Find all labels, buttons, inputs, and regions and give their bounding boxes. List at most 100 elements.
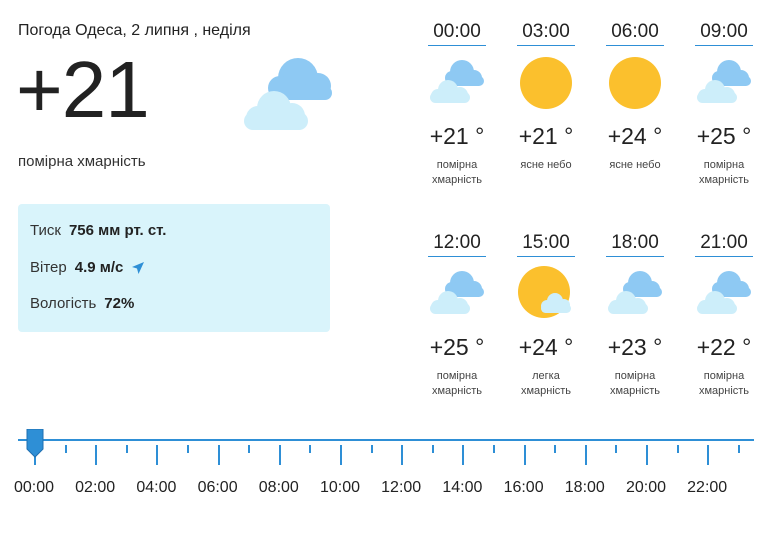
forecast-slot[interactable]: 21:00 +22 ° помірна хмарність — [695, 230, 753, 399]
timeline-tick — [248, 445, 251, 453]
sun-icon — [606, 54, 664, 112]
timeline-tick — [493, 445, 495, 453]
forecast-temperature: +22 ° — [696, 334, 752, 360]
pressure-value: 756 мм рт. ст. — [68, 222, 167, 239]
timeline-tick — [125, 445, 128, 453]
forecast-time: 09:00 — [700, 21, 748, 42]
cloud-icon — [695, 265, 753, 323]
forecast-condition: помірна хмарність — [698, 370, 750, 397]
forecast-temperature: +24 ° — [607, 123, 663, 149]
timeline-tick — [646, 445, 648, 465]
forecast-slot[interactable]: 12:00 +25 ° помірна хмарність — [428, 230, 486, 399]
forecast-divider — [517, 256, 575, 257]
timeline-tick — [554, 445, 557, 453]
slider-thumb[interactable] — [25, 429, 45, 459]
timeline-label: 00:00 — [13, 479, 55, 496]
forecast-divider — [517, 45, 575, 46]
timeline-tick — [615, 445, 618, 453]
timeline-tick — [523, 445, 526, 465]
forecast-slot[interactable]: 03:00 +21 ° ясне небо — [517, 19, 575, 173]
timeline-tick — [737, 445, 740, 453]
forecast-temperature: +25 ° — [429, 334, 485, 360]
sun-cloud-icon — [517, 265, 575, 323]
timeline-label: 06:00 — [197, 479, 238, 496]
humidity-label: Вологість — [30, 295, 97, 312]
forecast-slot[interactable]: 00:00 +21 ° помірна хмарність — [428, 19, 486, 188]
slider-track[interactable] — [18, 439, 754, 441]
timeline-label: 04:00 — [136, 479, 177, 496]
forecast-time: 15:00 — [522, 232, 570, 253]
forecast-divider — [695, 45, 753, 46]
sun-icon — [517, 54, 575, 112]
forecast-condition: легка хмарність — [520, 370, 572, 397]
timeline-label: 12:00 — [381, 479, 422, 496]
timeline-tick — [584, 445, 587, 465]
timeline-tick — [217, 445, 220, 465]
humidity-row: Вологість 72% — [30, 295, 134, 312]
forecast-slot[interactable]: 18:00 +23 ° помірна хмарність — [606, 230, 664, 399]
cloud-icon — [428, 265, 486, 323]
humidity-value: 72% — [104, 295, 135, 312]
page-title: Погода Одеса, 2 липня , неділя — [18, 22, 251, 39]
timeline-tick — [156, 445, 159, 465]
wind-direction-arrow-icon — [132, 261, 145, 274]
timeline-tick — [676, 445, 679, 453]
forecast-divider — [428, 45, 486, 46]
timeline-label: 16:00 — [503, 479, 544, 496]
timeline-tick — [707, 445, 710, 465]
forecast-condition: помірна хмарність — [609, 370, 661, 397]
forecast-time: 12:00 — [433, 232, 481, 253]
forecast-time: 06:00 — [611, 21, 659, 42]
forecast-time: 21:00 — [700, 232, 748, 253]
time-slider[interactable] — [18, 429, 754, 467]
timeline-label: 20:00 — [625, 479, 667, 496]
timeline-label: 14:00 — [442, 479, 483, 496]
forecast-divider — [606, 256, 664, 257]
timeline-label: 18:00 — [564, 479, 605, 496]
timeline-tick — [278, 445, 281, 465]
cloud-icon — [428, 54, 486, 112]
forecast-time: 03:00 — [522, 21, 570, 42]
forecast-temperature: +23 ° — [607, 334, 663, 360]
timeline-tick — [340, 445, 342, 465]
forecast-condition: помірна хмарність — [698, 159, 750, 186]
pressure-label: Тиск — [30, 222, 61, 239]
timeline-tick — [431, 445, 434, 453]
forecast-temperature: +21 ° — [518, 123, 574, 149]
forecast-divider — [606, 45, 664, 46]
forecast-temperature: +21 ° — [429, 123, 485, 149]
current-condition: помірна хмарність — [18, 153, 146, 170]
cloud-icon — [238, 52, 334, 136]
timeline-label: 08:00 — [258, 479, 299, 496]
forecast-condition: помірна хмарність — [431, 159, 483, 186]
forecast-divider — [695, 256, 753, 257]
timeline-tick — [309, 445, 312, 453]
forecast-condition: помірна хмарність — [431, 370, 483, 397]
weather-details-panel: Тиск 756 мм рт. ст. Вітер 4.9 м/с Вологі… — [18, 204, 330, 332]
forecast-slot[interactable]: 06:00 +24 ° ясне небо — [606, 19, 664, 173]
timeline-tick — [462, 445, 465, 465]
forecast-temperature: +25 ° — [696, 123, 752, 149]
pressure-row: Тиск 756 мм рт. ст. — [30, 222, 166, 239]
wind-label: Вітер — [30, 259, 67, 276]
forecast-condition: ясне небо — [609, 159, 661, 171]
timeline-tick — [95, 445, 98, 465]
timeline-label: 22:00 — [687, 479, 728, 496]
timeline-tick — [401, 445, 404, 465]
forecast-divider — [428, 256, 486, 257]
timeline-label: 10:00 — [319, 479, 361, 496]
forecast-time: 18:00 — [611, 232, 659, 253]
wind-row: Вітер 4.9 м/с — [30, 259, 145, 276]
forecast-temperature: +24 ° — [518, 334, 574, 360]
forecast-slot[interactable]: 15:00 +24 ° легка хмарність — [517, 230, 575, 399]
forecast-slot[interactable]: 09:00 +25 ° помірна хмарність — [695, 19, 753, 188]
forecast-condition: ясне небо — [520, 159, 572, 171]
cloud-icon — [606, 265, 664, 323]
timeline-label: 02:00 — [75, 479, 116, 496]
current-temperature: +21 — [16, 45, 150, 134]
timeline-tick — [187, 445, 189, 453]
cloud-icon — [695, 54, 753, 112]
forecast-time: 00:00 — [433, 21, 481, 42]
timeline-tick — [64, 445, 67, 453]
wind-value: 4.9 м/с — [74, 259, 124, 276]
